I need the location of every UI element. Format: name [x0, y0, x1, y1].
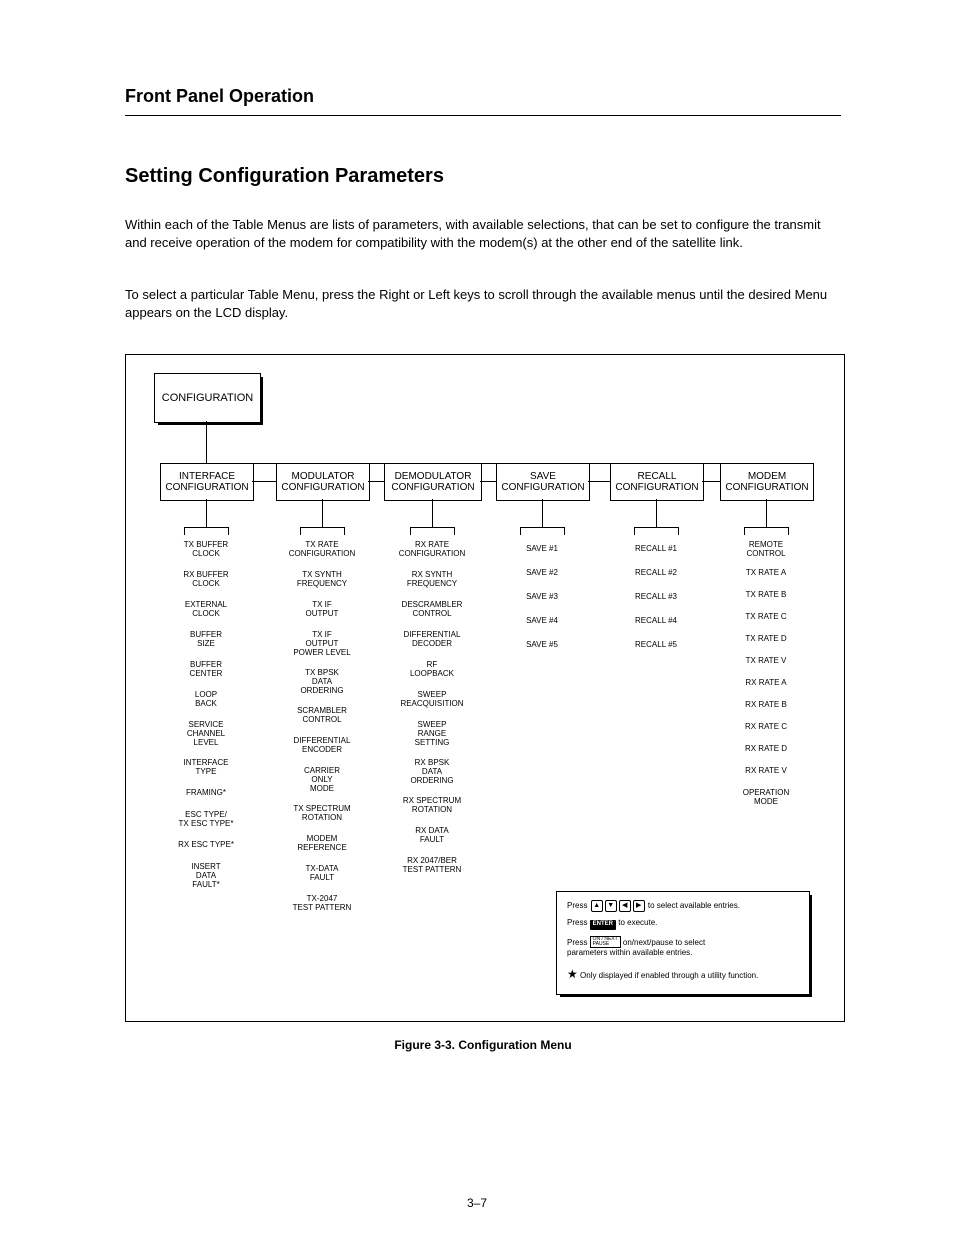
col5-item: TX RATE A — [720, 569, 812, 578]
col1-item: TX IFOUTPUT — [274, 601, 370, 619]
col0-item: RX ESC TYPE* — [158, 841, 254, 850]
col3-item: SAVE #5 — [496, 641, 588, 650]
col2-item: SWEEPREACQUISITION — [384, 691, 480, 709]
col1-item: TX-2047TEST PATTERN — [274, 895, 370, 913]
col5-item: TX RATE B — [720, 591, 812, 600]
col1-item: CARRIERONLYMODE — [274, 767, 370, 793]
menu-box-recall: RECALLCONFIGURATION — [610, 463, 704, 501]
menu-box-save: SAVECONFIGURATION — [496, 463, 590, 501]
col0-item: SERVICECHANNELLEVEL — [158, 721, 254, 747]
header-title: Front Panel Operation — [125, 86, 841, 107]
star-icon: ★ — [567, 967, 578, 981]
col0-item: LOOPBACK — [158, 691, 254, 709]
col5-item: RX RATE C — [720, 723, 812, 732]
header-divider — [125, 115, 841, 116]
menu-box-modulator: MODULATORCONFIGURATION — [276, 463, 370, 501]
legend-line-1: Press ▲▼◀▶ to select available entries. — [567, 900, 799, 912]
col1-item: SCRAMBLERCONTROL — [274, 707, 370, 725]
arrow-right-icon: ▶ — [633, 900, 645, 912]
col5-item: OPERATIONMODE — [720, 789, 812, 807]
col5-item: TX RATE C — [720, 613, 812, 622]
col3-item: SAVE #2 — [496, 569, 588, 578]
col2-item: RX SYNTHFREQUENCY — [384, 571, 480, 589]
col2-item: RX RATECONFIGURATION — [384, 541, 480, 559]
col0-item: INTERFACETYPE — [158, 759, 254, 777]
col1-item: TX SYNTHFREQUENCY — [274, 571, 370, 589]
col4-item: RECALL #1 — [610, 545, 702, 554]
col4-item: RECALL #2 — [610, 569, 702, 578]
col2-item: RX DATAFAULT — [384, 827, 480, 845]
col1-item: TX SPECTRUMROTATION — [274, 805, 370, 823]
col4-item: RECALL #4 — [610, 617, 702, 626]
diagram-container: CONFIGURATION INTERFACECONFIGURATION MOD… — [125, 354, 845, 1022]
col1-item: DIFFERENTIALENCODER — [274, 737, 370, 755]
arrow-up-icon: ▲ — [591, 900, 603, 912]
menu-box-demodulator: DEMODULATORCONFIGURATION — [384, 463, 482, 501]
page-number: 3–7 — [0, 1196, 954, 1210]
col0-item: TX BUFFERCLOCK — [158, 541, 254, 559]
col0-item: EXTERNALCLOCK — [158, 601, 254, 619]
col0-item: INSERTDATAFAULT* — [158, 863, 254, 889]
col2-item: RX SPECTRUMROTATION — [384, 797, 480, 815]
col1-item: MODEMREFERENCE — [274, 835, 370, 853]
col5-item: REMOTECONTROL — [720, 541, 812, 559]
col1-item: TX-DATAFAULT — [274, 865, 370, 883]
col5-item: TX RATE V — [720, 657, 812, 666]
col1-item: TX RATECONFIGURATION — [274, 541, 370, 559]
figure-caption: Figure 3-3. Configuration Menu — [125, 1038, 841, 1052]
col1-item: TX IFOUTPUTPOWER LEVEL — [274, 631, 370, 657]
col0-item: BUFFERSIZE — [158, 631, 254, 649]
menu-box-modem: MODEMCONFIGURATION — [720, 463, 814, 501]
col0-item: BUFFERCENTER — [158, 661, 254, 679]
col2-item: RFLOOPBACK — [384, 661, 480, 679]
legend-star-note: ★ Only displayed if enabled through a ut… — [567, 967, 799, 983]
col0-item: FRAMING* — [158, 789, 254, 798]
enter-button-icon: ENTER — [590, 920, 616, 930]
col5-item: RX RATE A — [720, 679, 812, 688]
main-config-box: CONFIGURATION — [154, 373, 261, 423]
intro-paragraph-1: Within each of the Table Menus are lists… — [125, 216, 841, 252]
menu-box-interface: INTERFACECONFIGURATION — [160, 463, 254, 501]
col2-item: RX BPSKDATAORDERING — [384, 759, 480, 785]
col0-item: ESC TYPE/TX ESC TYPE* — [158, 811, 254, 829]
col3-item: SAVE #3 — [496, 593, 588, 602]
legend-box: Press ▲▼◀▶ to select available entries. … — [556, 891, 810, 995]
col5-item: RX RATE D — [720, 745, 812, 754]
legend-line-3: Press ON / NEXTPAUSE on/next/pause to se… — [567, 936, 799, 959]
col1-item: TX BPSKDATAORDERING — [274, 669, 370, 695]
col2-item: SWEEPRANGESETTING — [384, 721, 480, 747]
col2-item: DIFFERENTIALDECODER — [384, 631, 480, 649]
col5-item: TX RATE D — [720, 635, 812, 644]
intro-paragraph-2: To select a particular Table Menu, press… — [125, 286, 841, 322]
col5-item: RX RATE V — [720, 767, 812, 776]
col5-item: RX RATE B — [720, 701, 812, 710]
arrow-left-icon: ◀ — [619, 900, 631, 912]
col2-item: RX 2047/BERTEST PATTERN — [384, 857, 480, 875]
legend-line-2: Press ENTER to execute. — [567, 918, 799, 930]
col4-item: RECALL #3 — [610, 593, 702, 602]
col4-item: RECALL #5 — [610, 641, 702, 650]
col3-item: SAVE #1 — [496, 545, 588, 554]
on-next-pause-icon: ON / NEXTPAUSE — [590, 936, 621, 948]
col0-item: RX BUFFERCLOCK — [158, 571, 254, 589]
arrow-down-icon: ▼ — [605, 900, 617, 912]
col3-item: SAVE #4 — [496, 617, 588, 626]
col2-item: DESCRAMBLERCONTROL — [384, 601, 480, 619]
section-title: Setting Configuration Parameters — [125, 165, 444, 188]
